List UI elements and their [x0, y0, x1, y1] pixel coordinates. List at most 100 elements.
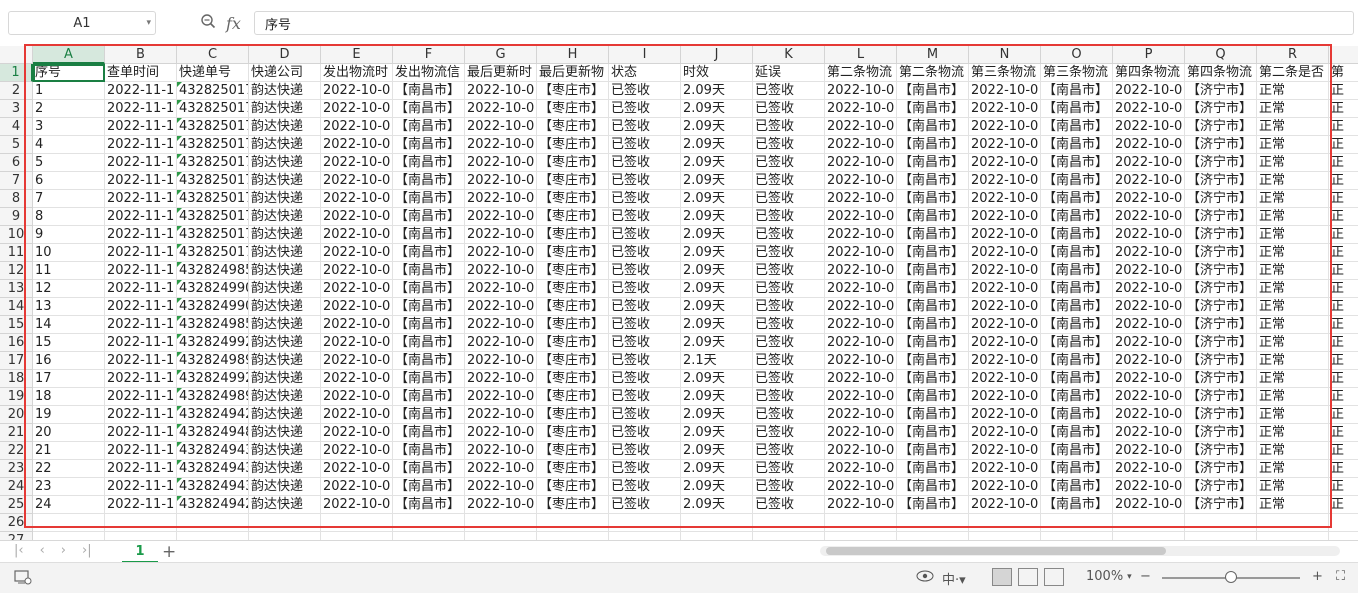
row-3-cell-Q[interactable]: 【济宁市】: [1185, 100, 1257, 118]
row-20-cell-K[interactable]: 已签收: [753, 406, 825, 424]
zoom-out-icon[interactable]: −: [1140, 569, 1151, 584]
row-3-cell-S[interactable]: 正: [1329, 100, 1358, 118]
row-2-cell-H[interactable]: 【枣庄市】: [537, 82, 609, 100]
row-19-cell-E[interactable]: 2022-10-0: [321, 388, 393, 406]
row-23-cell-F[interactable]: 【南昌市】: [393, 460, 465, 478]
row-24-cell-O[interactable]: 【南昌市】: [1041, 478, 1113, 496]
row-22-cell-O[interactable]: 【南昌市】: [1041, 442, 1113, 460]
row-14-cell-H[interactable]: 【枣庄市】: [537, 298, 609, 316]
row-21-cell-D[interactable]: 韵达快递: [249, 424, 321, 442]
row-7-cell-A[interactable]: 6: [33, 172, 105, 190]
row-7-cell-C[interactable]: 432825017: [177, 172, 249, 190]
row-5-cell-P[interactable]: 2022-10-0: [1113, 136, 1185, 154]
row-16-cell-R[interactable]: 正常: [1257, 334, 1329, 352]
prev-sheet-icon[interactable]: ‹: [40, 543, 45, 558]
column-header-partial[interactable]: [1329, 46, 1358, 64]
row-19-cell-R[interactable]: 正常: [1257, 388, 1329, 406]
row-15-cell-G[interactable]: 2022-10-0: [465, 316, 537, 334]
row-2-cell-C[interactable]: 432825017: [177, 82, 249, 100]
header-row-cell-R[interactable]: 第二条是否: [1257, 64, 1329, 82]
column-header-F[interactable]: F: [393, 46, 465, 64]
row-18-cell-F[interactable]: 【南昌市】: [393, 370, 465, 388]
row-2-cell-J[interactable]: 2.09天: [681, 82, 753, 100]
row-7-cell-P[interactable]: 2022-10-0: [1113, 172, 1185, 190]
row-9-cell-H[interactable]: 【枣庄市】: [537, 208, 609, 226]
row-3-cell-H[interactable]: 【枣庄市】: [537, 100, 609, 118]
row-6-cell-B[interactable]: 2022-11-1: [105, 154, 177, 172]
header-row-cell-A[interactable]: 序号: [33, 64, 105, 82]
row-21-cell-K[interactable]: 已签收: [753, 424, 825, 442]
row-16-cell-Q[interactable]: 【济宁市】: [1185, 334, 1257, 352]
row-19-cell-G[interactable]: 2022-10-0: [465, 388, 537, 406]
row-4-cell-H[interactable]: 【枣庄市】: [537, 118, 609, 136]
row-12-cell-G[interactable]: 2022-10-0: [465, 262, 537, 280]
row-20-cell-G[interactable]: 2022-10-0: [465, 406, 537, 424]
row-7-cell-M[interactable]: 【南昌市】: [897, 172, 969, 190]
row-3-cell-I[interactable]: 已签收: [609, 100, 681, 118]
header-row-cell-D[interactable]: 快递公司: [249, 64, 321, 82]
row-26-cell-F[interactable]: [393, 514, 465, 532]
row-13-cell-E[interactable]: 2022-10-0: [321, 280, 393, 298]
row-19-cell-B[interactable]: 2022-11-1: [105, 388, 177, 406]
row-24-cell-C[interactable]: 432824943: [177, 478, 249, 496]
row-12-cell-P[interactable]: 2022-10-0: [1113, 262, 1185, 280]
row-header-7[interactable]: 7: [0, 172, 33, 190]
row-26-cell-D[interactable]: [249, 514, 321, 532]
row-12-cell-K[interactable]: 已签收: [753, 262, 825, 280]
row-21-cell-N[interactable]: 2022-10-0: [969, 424, 1041, 442]
row-24-cell-J[interactable]: 2.09天: [681, 478, 753, 496]
row-4-cell-D[interactable]: 韵达快递: [249, 118, 321, 136]
row-12-cell-L[interactable]: 2022-10-0: [825, 262, 897, 280]
row-9-cell-L[interactable]: 2022-10-0: [825, 208, 897, 226]
row-17-cell-E[interactable]: 2022-10-0: [321, 352, 393, 370]
row-22-cell-F[interactable]: 【南昌市】: [393, 442, 465, 460]
row-27-cell-L[interactable]: [825, 532, 897, 540]
row-11-cell-D[interactable]: 韵达快递: [249, 244, 321, 262]
row-23-cell-E[interactable]: 2022-10-0: [321, 460, 393, 478]
row-7-cell-H[interactable]: 【枣庄市】: [537, 172, 609, 190]
row-18-cell-K[interactable]: 已签收: [753, 370, 825, 388]
row-10-cell-Q[interactable]: 【济宁市】: [1185, 226, 1257, 244]
row-4-cell-Q[interactable]: 【济宁市】: [1185, 118, 1257, 136]
row-26-cell-H[interactable]: [537, 514, 609, 532]
row-19-cell-C[interactable]: 432824989: [177, 388, 249, 406]
row-9-cell-Q[interactable]: 【济宁市】: [1185, 208, 1257, 226]
row-21-cell-R[interactable]: 正常: [1257, 424, 1329, 442]
row-8-cell-D[interactable]: 韵达快递: [249, 190, 321, 208]
row-11-cell-K[interactable]: 已签收: [753, 244, 825, 262]
row-3-cell-C[interactable]: 432825017: [177, 100, 249, 118]
row-23-cell-S[interactable]: 正: [1329, 460, 1358, 478]
row-6-cell-J[interactable]: 2.09天: [681, 154, 753, 172]
row-11-cell-E[interactable]: 2022-10-0: [321, 244, 393, 262]
row-11-cell-M[interactable]: 【南昌市】: [897, 244, 969, 262]
row-header-3[interactable]: 3: [0, 100, 33, 118]
row-9-cell-J[interactable]: 2.09天: [681, 208, 753, 226]
row-25-cell-P[interactable]: 2022-10-0: [1113, 496, 1185, 514]
row-21-cell-G[interactable]: 2022-10-0: [465, 424, 537, 442]
row-10-cell-R[interactable]: 正常: [1257, 226, 1329, 244]
row-24-cell-N[interactable]: 2022-10-0: [969, 478, 1041, 496]
row-18-cell-O[interactable]: 【南昌市】: [1041, 370, 1113, 388]
chevron-down-icon[interactable]: ▾: [146, 18, 151, 28]
row-8-cell-R[interactable]: 正常: [1257, 190, 1329, 208]
row-12-cell-Q[interactable]: 【济宁市】: [1185, 262, 1257, 280]
row-27-cell-G[interactable]: [465, 532, 537, 540]
row-13-cell-D[interactable]: 韵达快递: [249, 280, 321, 298]
row-17-cell-D[interactable]: 韵达快递: [249, 352, 321, 370]
row-9-cell-P[interactable]: 2022-10-0: [1113, 208, 1185, 226]
row-2-cell-S[interactable]: 正: [1329, 82, 1358, 100]
row-23-cell-H[interactable]: 【枣庄市】: [537, 460, 609, 478]
row-18-cell-Q[interactable]: 【济宁市】: [1185, 370, 1257, 388]
add-sheet-icon[interactable]: +: [162, 542, 176, 562]
row-3-cell-B[interactable]: 2022-11-1: [105, 100, 177, 118]
row-15-cell-E[interactable]: 2022-10-0: [321, 316, 393, 334]
row-21-cell-J[interactable]: 2.09天: [681, 424, 753, 442]
row-17-cell-P[interactable]: 2022-10-0: [1113, 352, 1185, 370]
row-17-cell-M[interactable]: 【南昌市】: [897, 352, 969, 370]
row-5-cell-M[interactable]: 【南昌市】: [897, 136, 969, 154]
row-26-cell-E[interactable]: [321, 514, 393, 532]
row-16-cell-J[interactable]: 2.09天: [681, 334, 753, 352]
row-25-cell-S[interactable]: 正: [1329, 496, 1358, 514]
row-5-cell-Q[interactable]: 【济宁市】: [1185, 136, 1257, 154]
row-11-cell-H[interactable]: 【枣庄市】: [537, 244, 609, 262]
